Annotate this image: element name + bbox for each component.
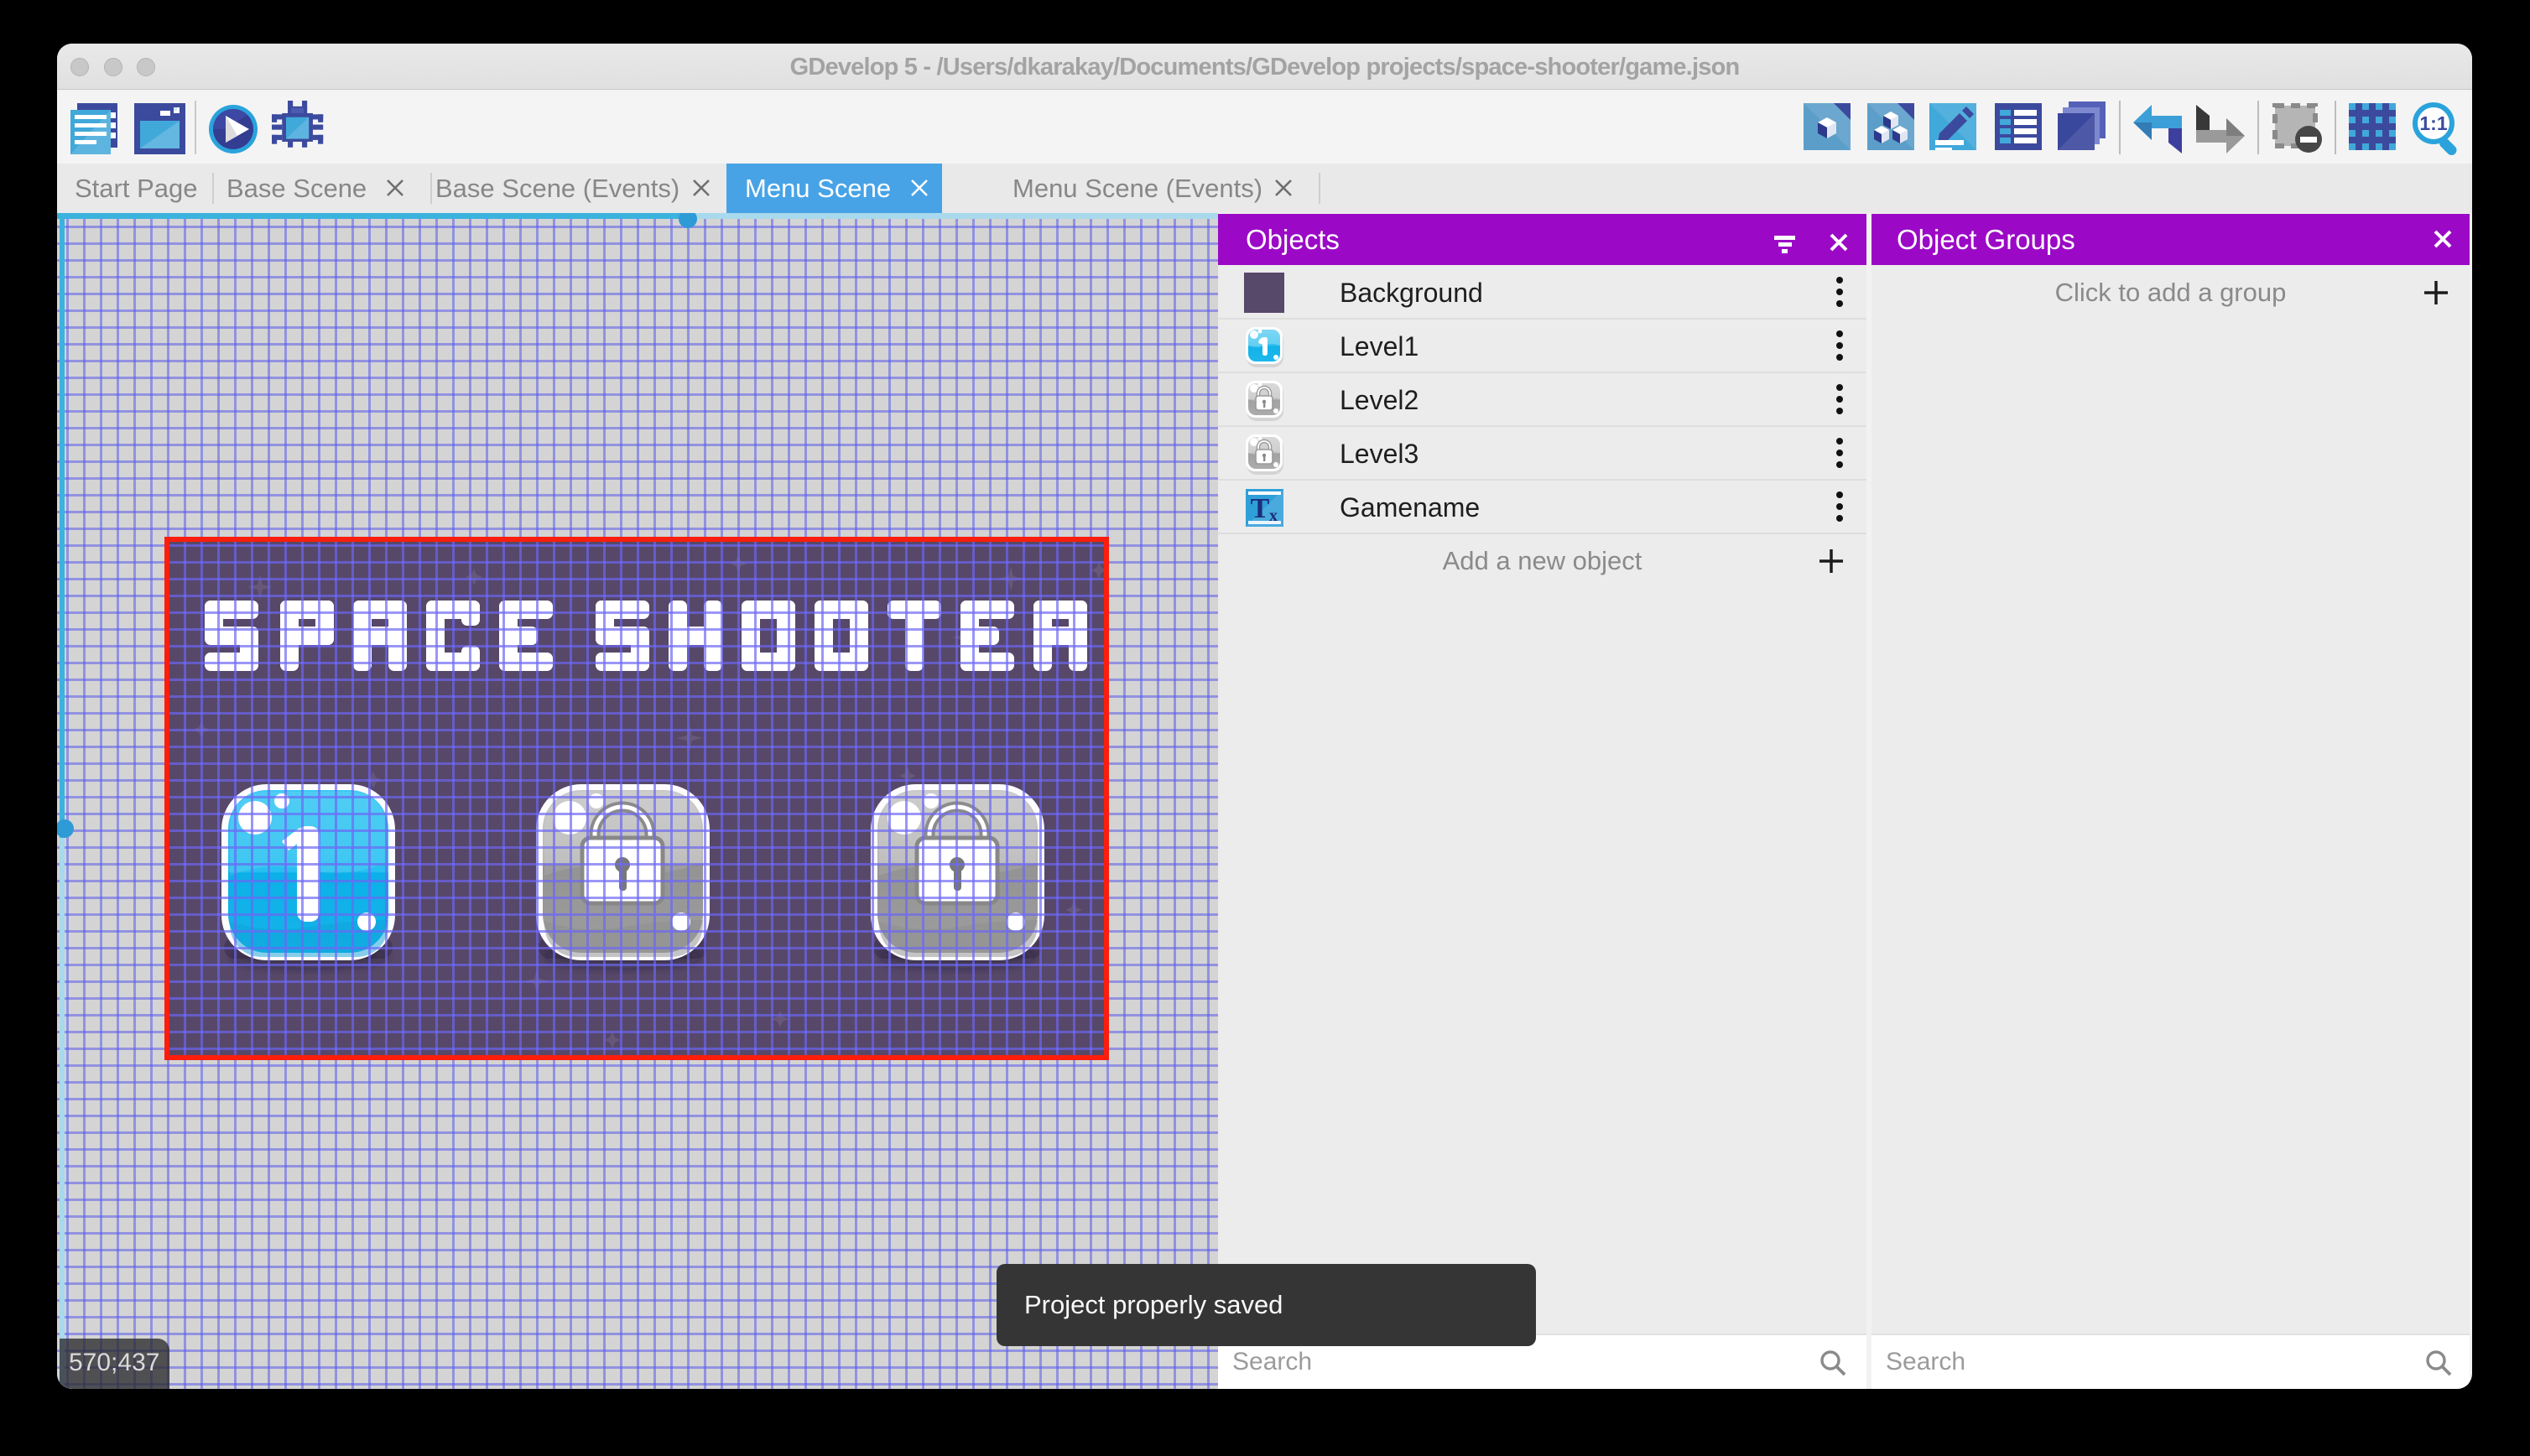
svg-text:1:1: 1:1	[2419, 112, 2447, 134]
svg-text:T: T	[1251, 493, 1270, 524]
svg-text:x: x	[1269, 507, 1278, 525]
